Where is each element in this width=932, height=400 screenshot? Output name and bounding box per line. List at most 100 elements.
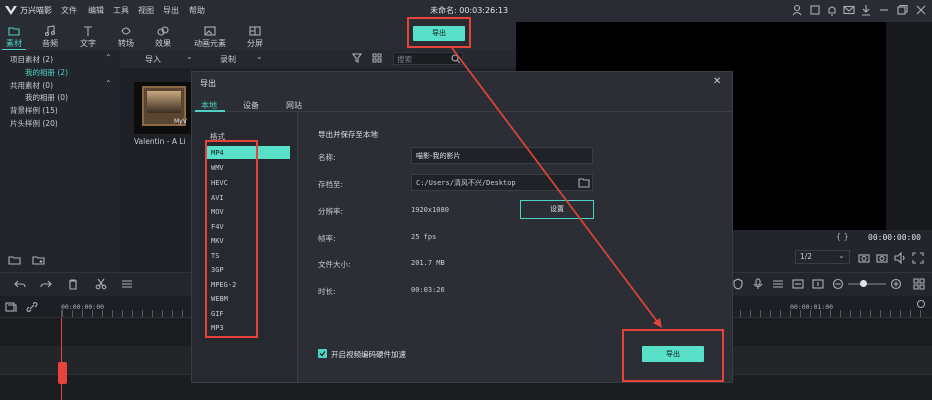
hw-accel-label: 开启视频编码硬件加速 xyxy=(331,350,406,359)
menu-view[interactable]: 视图 xyxy=(138,5,154,16)
duration-value: 00:03:26 xyxy=(411,286,445,294)
path-value: C:/Users/清风不兴/Desktop xyxy=(416,179,516,187)
search-icon[interactable] xyxy=(451,54,461,64)
cut-icon[interactable] xyxy=(95,278,107,290)
search-box[interactable]: 搜索 xyxy=(393,52,463,65)
notification-icon[interactable] xyxy=(825,3,839,17)
volume-icon[interactable] xyxy=(894,252,906,264)
project-title: 未命名: 00:03:26:13 xyxy=(430,6,509,15)
tab-device[interactable]: 设备 xyxy=(243,100,259,111)
tree-item-my-album-shared[interactable]: 我的相册 (0) xyxy=(25,92,68,103)
tab-website[interactable]: 网站 xyxy=(286,100,302,111)
zoom-handle[interactable] xyxy=(860,280,867,287)
download-icon[interactable] xyxy=(859,3,873,17)
menu-file[interactable]: 文件 xyxy=(61,5,77,16)
tab-text[interactable]: 文字 xyxy=(76,22,100,50)
tree-item-my-album[interactable]: 我的相册 (2) xyxy=(25,67,68,78)
folder-add-icon[interactable] xyxy=(32,253,46,267)
tab-audio[interactable]: 音频 xyxy=(38,22,62,50)
shield-icon[interactable] xyxy=(732,278,744,290)
tree-item-background-samples[interactable]: 背景样例 (15) xyxy=(10,105,58,116)
settings-button[interactable]: 设置 xyxy=(520,200,594,219)
hw-accel-checkbox[interactable] xyxy=(318,349,327,358)
section-title: 导出并保存至本地 xyxy=(318,130,378,139)
fullscreen-icon[interactable] xyxy=(912,252,924,264)
redo-icon[interactable] xyxy=(40,278,52,290)
adjust-icon[interactable] xyxy=(121,278,133,290)
ruler-ticks-right xyxy=(740,310,930,317)
filter-icon[interactable] xyxy=(352,53,362,63)
framerate-label: 帧率: xyxy=(318,234,336,243)
tab-media[interactable]: 素材 xyxy=(2,22,26,50)
tab-effects-label: 效果 xyxy=(155,39,171,48)
marker-brackets[interactable]: { } xyxy=(836,232,849,241)
grid-view-icon[interactable] xyxy=(372,53,382,63)
duration-label: 时长: xyxy=(318,287,336,296)
menu-tools[interactable]: 工具 xyxy=(113,5,129,16)
tab-elements[interactable]: 动画元素 xyxy=(190,22,230,50)
ruler-ticks xyxy=(61,310,191,317)
tab-effects[interactable]: 效果 xyxy=(151,22,175,50)
playhead[interactable] xyxy=(61,318,62,400)
tree-item-shared-media[interactable]: 共用素材 (0) xyxy=(10,80,53,91)
tree-item-intro-samples[interactable]: 片头样例 (20) xyxy=(10,118,58,129)
name-value: 喵影-我的影片 xyxy=(416,152,461,160)
checkmark-icon xyxy=(319,351,326,357)
settings-icon[interactable] xyxy=(917,300,925,308)
delete-icon[interactable] xyxy=(67,278,79,290)
chevron-up-icon[interactable]: ⌃ xyxy=(105,79,112,88)
chevron-down-icon[interactable]: ⌄ xyxy=(256,52,263,61)
resolution-label: 分辨率: xyxy=(318,207,344,216)
media-thumbnail[interactable]: MyV xyxy=(134,82,194,134)
effects-icon xyxy=(157,26,169,36)
chevron-down-icon[interactable]: ⌄ xyxy=(186,52,193,61)
menu-help[interactable]: 帮助 xyxy=(189,5,205,16)
filesize-value: 201.7 MB xyxy=(411,259,445,267)
zoom-slider[interactable] xyxy=(848,283,886,285)
restore-icon[interactable] xyxy=(895,3,909,17)
menu-edit[interactable]: 编辑 xyxy=(88,5,104,16)
tab-transition-label: 转场 xyxy=(118,39,134,48)
chevron-down-icon: ⌄ xyxy=(838,251,845,260)
export-button[interactable]: 导出 xyxy=(642,346,704,362)
link-icon[interactable] xyxy=(26,301,38,313)
filesize-label: 文件大小: xyxy=(318,260,351,269)
chevron-up-icon[interactable]: ⌃ xyxy=(105,53,112,62)
tab-media-label: 素材 xyxy=(6,39,22,48)
preview-side xyxy=(886,22,932,230)
import-button[interactable]: 导入 xyxy=(145,54,161,65)
cart-icon[interactable] xyxy=(808,3,822,17)
tree-item-project-media[interactable]: 项目素材 (2) xyxy=(10,54,53,65)
zoom-out-icon[interactable] xyxy=(832,278,844,290)
account-icon[interactable] xyxy=(790,3,804,17)
microphone-icon[interactable] xyxy=(752,278,764,290)
close-icon[interactable]: ✕ xyxy=(713,76,721,87)
menu-export[interactable]: 导出 xyxy=(163,5,179,16)
zoom-in-icon[interactable] xyxy=(890,278,902,290)
image-icon xyxy=(204,26,216,36)
grid-icon[interactable] xyxy=(913,278,925,290)
thumbnail-text: MyV xyxy=(174,118,187,125)
record-button[interactable]: 录制 xyxy=(220,54,236,65)
path-label: 存档至: xyxy=(318,180,344,189)
playhead-handle[interactable] xyxy=(58,362,67,384)
snapshot-icon[interactable] xyxy=(876,252,888,264)
framerate-value: 25 fps xyxy=(411,233,437,241)
export-clip-icon[interactable] xyxy=(812,278,824,290)
list-icon[interactable] xyxy=(772,278,784,290)
mail-icon[interactable] xyxy=(842,3,856,17)
fit-icon[interactable] xyxy=(792,278,804,290)
camera-icon[interactable] xyxy=(858,252,870,264)
undo-icon[interactable] xyxy=(14,278,26,290)
tab-transition[interactable]: 转场 xyxy=(114,22,138,50)
dialog-tabs xyxy=(192,96,732,112)
export-top-button[interactable]: 导出 xyxy=(413,26,465,41)
minimize-icon[interactable] xyxy=(877,3,891,17)
new-folder-icon[interactable] xyxy=(8,253,22,267)
close-icon[interactable] xyxy=(914,3,928,17)
tab-split-screen[interactable]: 分屏 xyxy=(243,22,267,50)
search-placeholder: 搜索 xyxy=(397,55,412,64)
folder-browse-icon[interactable] xyxy=(578,177,590,188)
quality-select[interactable]: 1/2 ⌄ xyxy=(795,250,850,264)
add-track-icon[interactable] xyxy=(5,301,17,313)
